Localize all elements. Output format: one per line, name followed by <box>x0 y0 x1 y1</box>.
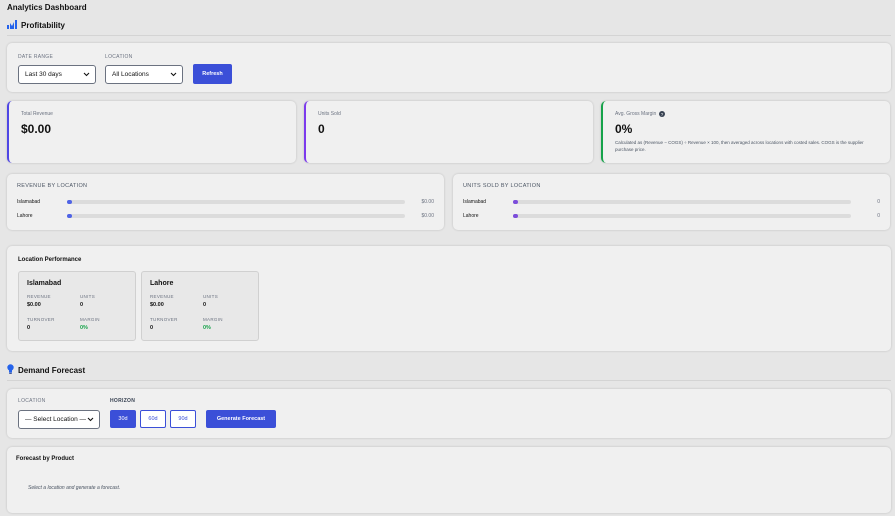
bar-fill <box>67 200 72 204</box>
bar-fill <box>513 214 518 218</box>
kpi-value: $0.00 <box>21 122 52 136</box>
chevron-down-icon <box>87 417 94 422</box>
date-range-value: Last 30 days <box>25 71 62 78</box>
demand-forecast-title: Demand Forecast <box>18 365 86 375</box>
help-circle-icon[interactable]: ? <box>659 111 666 117</box>
app-title: Analytics Dashboard <box>7 3 87 12</box>
divider <box>7 380 891 381</box>
location-value: All Locations <box>112 71 149 78</box>
units-value: 0 <box>80 302 84 308</box>
bar-value: 0 <box>877 199 880 205</box>
divider <box>7 35 891 36</box>
bar-row: Islamabad 0 <box>463 198 880 206</box>
date-range-select[interactable]: Last 30 days <box>18 65 96 84</box>
margin-label: MARGIN <box>80 317 100 322</box>
bar-value: 0 <box>877 213 880 219</box>
turnover-value: 0 <box>150 325 154 331</box>
kpi-value: 0% <box>615 122 633 136</box>
forecast-controls: LOCATION — Select Location — HORIZON 30d… <box>7 389 891 438</box>
generate-forecast-button[interactable]: Generate Forecast <box>206 410 276 428</box>
horizon-label: HORIZON <box>110 398 136 404</box>
section-title: Location Performance <box>18 257 82 263</box>
refresh-button[interactable]: Refresh <box>193 64 232 84</box>
forecast-by-product-card: Forecast by Product Select a location an… <box>7 447 891 513</box>
bar-row: Lahore $0.00 <box>17 212 434 220</box>
empty-state-message: Select a location and generate a forecas… <box>28 485 121 491</box>
bar-label: Lahore <box>463 213 479 219</box>
bar-label: Islamabad <box>463 199 487 205</box>
location-name: Lahore <box>150 280 174 287</box>
bar-value: $0.00 <box>421 213 434 219</box>
location-label: LOCATION <box>105 54 133 60</box>
horizon-30d-button[interactable]: 30d <box>110 410 136 428</box>
forecast-location-value: — Select Location — <box>25 416 87 423</box>
margin-value: 0% <box>203 325 211 331</box>
bar-row: Islamabad $0.00 <box>17 198 434 206</box>
turnover-value: 0 <box>27 325 31 331</box>
filter-panel: DATE RANGE Last 30 days LOCATION All Loc… <box>7 43 891 92</box>
forecast-location-label: LOCATION <box>18 398 46 404</box>
revenue-label: REVENUE <box>27 294 51 299</box>
horizon-90d-button[interactable]: 90d <box>170 410 196 428</box>
bar-fill <box>67 214 72 218</box>
bar-track <box>67 200 405 204</box>
profitability-heading: Profitability <box>7 20 65 31</box>
bar-track <box>67 214 405 218</box>
chart-title: REVENUE BY LOCATION <box>17 183 88 189</box>
revenue-by-location-card: REVENUE BY LOCATION Islamabad $0.00 Laho… <box>7 174 444 230</box>
forecast-location-select[interactable]: — Select Location — <box>18 410 100 429</box>
kpi-label: Avg. Gross Margin <box>615 111 657 117</box>
lightbulb-icon <box>7 364 14 376</box>
revenue-value: $0.00 <box>150 302 164 308</box>
location-card-lahore[interactable]: Lahore REVENUE $0.00 UNITS 0 TURNOVER 0 … <box>141 271 259 341</box>
revenue-label: REVENUE <box>150 294 174 299</box>
margin-note: Calculated as (Revenue − COGS) ÷ Revenue… <box>615 140 864 152</box>
kpi-label-row: Avg. Gross Margin ? <box>615 111 666 117</box>
location-performance-card: Location Performance Islamabad REVENUE $… <box>7 246 891 351</box>
turnover-label: TURNOVER <box>27 317 55 322</box>
kpi-label: Units Sold <box>318 111 341 117</box>
bar-label: Islamabad <box>17 199 41 205</box>
kpi-value: 0 <box>318 122 325 136</box>
demand-forecast-heading: Demand Forecast <box>7 364 85 376</box>
bar-track <box>513 214 851 218</box>
units-label: UNITS <box>203 294 218 299</box>
location-card-islamabad[interactable]: Islamabad REVENUE $0.00 UNITS 0 TURNOVER… <box>18 271 136 341</box>
total-revenue-card: Total Revenue $0.00 <box>7 101 296 163</box>
location-select[interactable]: All Locations <box>105 65 183 84</box>
chevron-down-icon <box>83 72 90 77</box>
bar-chart-icon <box>7 20 17 31</box>
chevron-down-icon <box>170 72 177 77</box>
margin-label: MARGIN <box>203 317 223 322</box>
margin-value: 0% <box>80 325 88 331</box>
location-name: Islamabad <box>27 280 62 287</box>
units-by-location-card: UNITS SOLD BY LOCATION Islamabad 0 Lahor… <box>453 174 890 230</box>
bar-label: Lahore <box>17 213 33 219</box>
units-label: UNITS <box>80 294 95 299</box>
horizon-60d-button[interactable]: 60d <box>140 410 166 428</box>
bar-row: Lahore 0 <box>463 212 880 220</box>
bar-track <box>513 200 851 204</box>
units-value: 0 <box>203 302 207 308</box>
bar-fill <box>513 200 518 204</box>
profitability-title: Profitability <box>21 21 66 30</box>
revenue-value: $0.00 <box>27 302 41 308</box>
gross-margin-card: Avg. Gross Margin ? 0% Calculated as (Re… <box>601 101 890 163</box>
date-range-label: DATE RANGE <box>18 54 54 60</box>
chart-title: UNITS SOLD BY LOCATION <box>463 183 541 189</box>
turnover-label: TURNOVER <box>150 317 178 322</box>
units-sold-card: Units Sold 0 <box>304 101 593 163</box>
section-title: Forecast by Product <box>16 456 75 462</box>
kpi-label: Total Revenue <box>21 111 53 117</box>
bar-value: $0.00 <box>421 199 434 205</box>
